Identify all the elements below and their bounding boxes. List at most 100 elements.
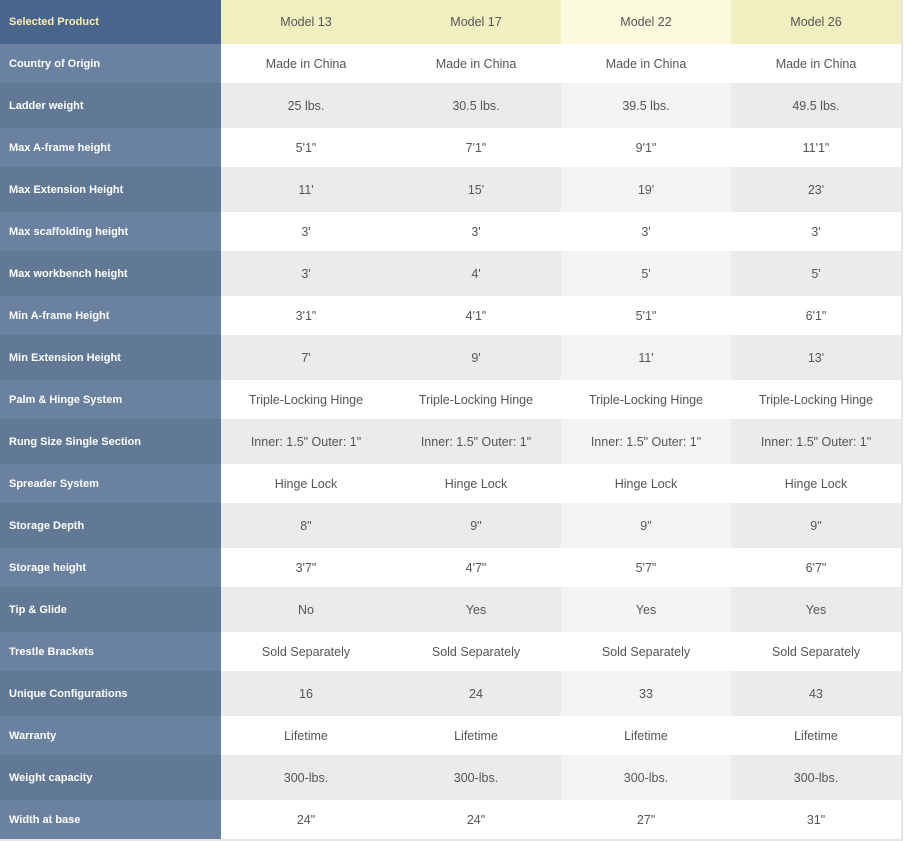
row-label: Palm & Hinge System bbox=[0, 380, 221, 419]
spec-cell: 3'7" bbox=[221, 548, 391, 587]
model-header[interactable]: Model 13 bbox=[221, 0, 391, 44]
table-row: Max A-frame height 5'1" 7'1" 9'1" 11'1" bbox=[0, 128, 902, 167]
selected-product-label: Selected Product bbox=[0, 0, 221, 44]
spec-cell: 3' bbox=[731, 212, 902, 251]
spec-cell: Triple-Locking Hinge bbox=[391, 380, 561, 419]
spec-cell: 11' bbox=[561, 335, 731, 380]
spec-cell: 24" bbox=[391, 800, 561, 840]
spec-cell: Sold Separately bbox=[391, 632, 561, 671]
table-row: Palm & Hinge System Triple-Locking Hinge T… bbox=[0, 380, 902, 419]
spec-cell: 5'7" bbox=[561, 548, 731, 587]
spec-cell: 11' bbox=[221, 167, 391, 212]
product-comparison-table: Selected Product Model 13 Model 17 Model… bbox=[0, 0, 903, 841]
row-label: Ladder weight bbox=[0, 83, 221, 128]
spec-cell: Lifetime bbox=[221, 716, 391, 755]
spec-cell: 7' bbox=[221, 335, 391, 380]
table-row: Country of Origin Made in China Made in Ch… bbox=[0, 44, 902, 83]
row-label: Storage height bbox=[0, 548, 221, 587]
spec-cell: 9' bbox=[391, 335, 561, 380]
table-row: Min A-frame Height 3'1" 4'1" 5'1" 6'1" bbox=[0, 296, 902, 335]
spec-cell: 43 bbox=[731, 671, 902, 716]
spec-cell: 5'1" bbox=[561, 296, 731, 335]
spec-cell: Inner: 1.5" Outer: 1" bbox=[391, 419, 561, 464]
spec-cell: 19' bbox=[561, 167, 731, 212]
spec-cell: Sold Separately bbox=[221, 632, 391, 671]
spec-cell: 3' bbox=[391, 212, 561, 251]
table-row: Max Extension Height 11' 15' 19' 23' bbox=[0, 167, 902, 212]
row-label: Width at base bbox=[0, 800, 221, 840]
spec-cell: Triple-Locking Hinge bbox=[731, 380, 902, 419]
model-header[interactable]: Model 17 bbox=[391, 0, 561, 44]
spec-cell: Made in China bbox=[221, 44, 391, 83]
spec-cell: 300-lbs. bbox=[731, 755, 902, 800]
spec-cell: 4'7" bbox=[391, 548, 561, 587]
table-row: Spreader System Hinge Lock Hinge Lock Hinge… bbox=[0, 464, 902, 503]
spec-cell: 15' bbox=[391, 167, 561, 212]
spec-cell: Sold Separately bbox=[561, 632, 731, 671]
table-row: Rung Size Single Section Inner: 1.5" Oute… bbox=[0, 419, 902, 464]
table-row: Storage height 3'7" 4'7" 5'7" 6'7" bbox=[0, 548, 902, 587]
table-row: Trestle Brackets Sold Separately Sold Sepa… bbox=[0, 632, 902, 671]
row-label: Max Extension Height bbox=[0, 167, 221, 212]
spec-cell: 23' bbox=[731, 167, 902, 212]
spec-cell: 9" bbox=[731, 503, 902, 548]
spec-cell: Hinge Lock bbox=[731, 464, 902, 503]
row-label: Weight capacity bbox=[0, 755, 221, 800]
spec-cell: Hinge Lock bbox=[561, 464, 731, 503]
row-label: Rung Size Single Section bbox=[0, 419, 221, 464]
spec-cell: 30.5 lbs. bbox=[391, 83, 561, 128]
spec-cell: Inner: 1.5" Outer: 1" bbox=[561, 419, 731, 464]
spec-cell: 3' bbox=[221, 212, 391, 251]
spec-cell: 25 lbs. bbox=[221, 83, 391, 128]
spec-cell: No bbox=[221, 587, 391, 632]
spec-cell: 6'7" bbox=[731, 548, 902, 587]
row-label: Tip & Glide bbox=[0, 587, 221, 632]
table-row: Min Extension Height 7' 9' 11' 13' bbox=[0, 335, 902, 380]
spec-cell: 3'1" bbox=[221, 296, 391, 335]
spec-cell: 300-lbs. bbox=[561, 755, 731, 800]
spec-cell: 13' bbox=[731, 335, 902, 380]
spec-cell: 24 bbox=[391, 671, 561, 716]
spec-cell: 39.5 lbs. bbox=[561, 83, 731, 128]
spec-cell: 4' bbox=[391, 251, 561, 296]
model-header[interactable]: Model 22 bbox=[561, 0, 731, 44]
spec-cell: 300-lbs. bbox=[221, 755, 391, 800]
spec-cell: Sold Separately bbox=[731, 632, 902, 671]
spec-cell: 49.5 lbs. bbox=[731, 83, 902, 128]
table-row: Unique Configurations 16 24 33 43 bbox=[0, 671, 902, 716]
spec-cell: 16 bbox=[221, 671, 391, 716]
spec-cell: 5' bbox=[731, 251, 902, 296]
spec-cell: 6'1" bbox=[731, 296, 902, 335]
spec-cell: Triple-Locking Hinge bbox=[561, 380, 731, 419]
spec-cell: 4'1" bbox=[391, 296, 561, 335]
spec-cell: Hinge Lock bbox=[391, 464, 561, 503]
table-row: Width at base 24" 24" 27" 31" bbox=[0, 800, 902, 840]
spec-cell: Yes bbox=[561, 587, 731, 632]
table-row: Warranty Lifetime Lifetime Lifetime Lifetime bbox=[0, 716, 902, 755]
spec-cell: 5' bbox=[561, 251, 731, 296]
header-row: Selected Product Model 13 Model 17 Model… bbox=[0, 0, 902, 44]
row-label: Storage Depth bbox=[0, 503, 221, 548]
spec-cell: Lifetime bbox=[561, 716, 731, 755]
row-label: Trestle Brackets bbox=[0, 632, 221, 671]
spec-cell: 9'1" bbox=[561, 128, 731, 167]
row-label: Warranty bbox=[0, 716, 221, 755]
spec-cell: 24" bbox=[221, 800, 391, 840]
spec-cell: 9" bbox=[561, 503, 731, 548]
table-row: Ladder weight 25 lbs. 30.5 lbs. 39.5 lbs. 49… bbox=[0, 83, 902, 128]
row-label: Max scaffolding height bbox=[0, 212, 221, 251]
table-row: Weight capacity 300-lbs. 300-lbs. 300-lbs. 3… bbox=[0, 755, 902, 800]
spec-cell: 7'1" bbox=[391, 128, 561, 167]
model-header[interactable]: Model 26 bbox=[731, 0, 902, 44]
spec-cell: Yes bbox=[391, 587, 561, 632]
spec-cell: 8" bbox=[221, 503, 391, 548]
row-label: Min Extension Height bbox=[0, 335, 221, 380]
spec-cell: 3' bbox=[221, 251, 391, 296]
table-row: Storage Depth 8" 9" 9" 9" bbox=[0, 503, 902, 548]
spec-cell: 27" bbox=[561, 800, 731, 840]
table-row: Max scaffolding height 3' 3' 3' 3' bbox=[0, 212, 902, 251]
spec-cell: Made in China bbox=[561, 44, 731, 83]
spec-cell: Inner: 1.5" Outer: 1" bbox=[731, 419, 902, 464]
row-label: Max workbench height bbox=[0, 251, 221, 296]
spec-cell: Triple-Locking Hinge bbox=[221, 380, 391, 419]
